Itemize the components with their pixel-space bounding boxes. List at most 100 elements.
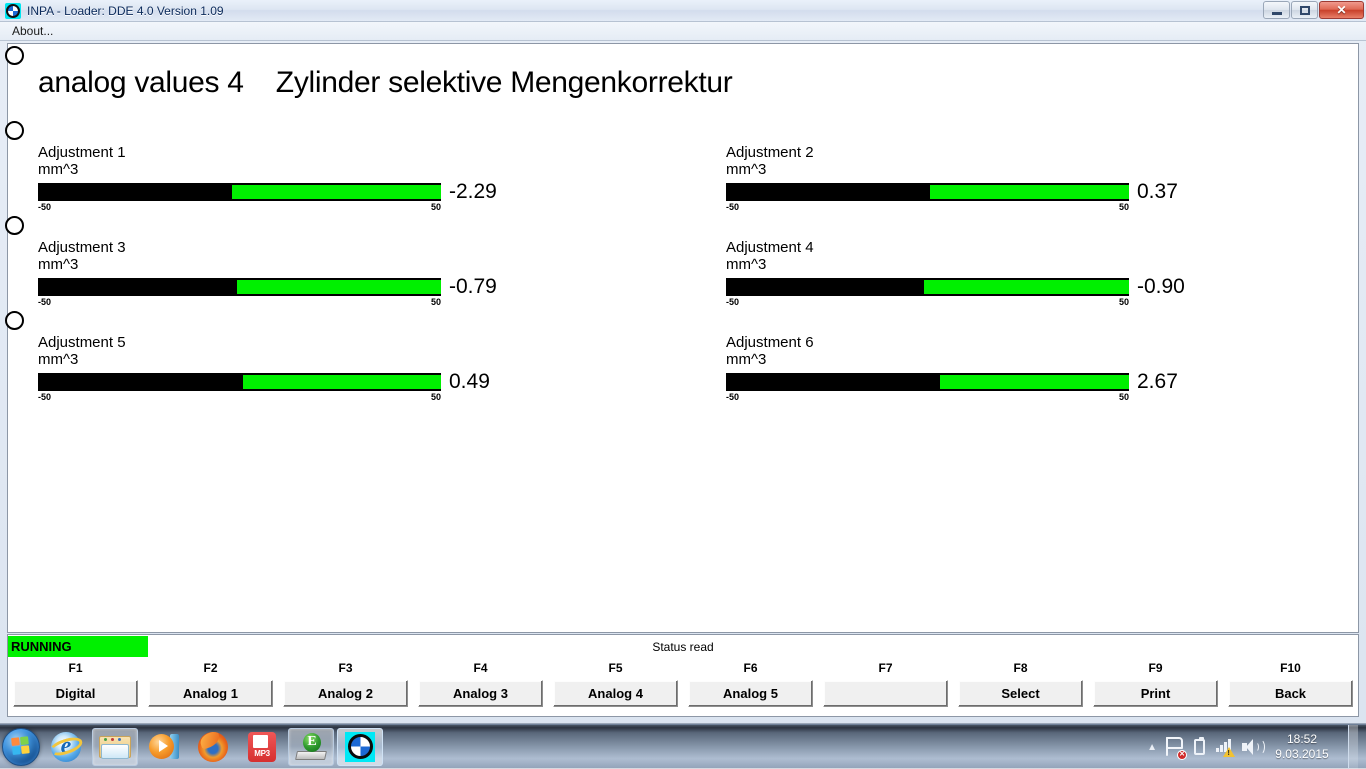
- fkey-button-select[interactable]: Select: [958, 680, 1083, 707]
- gauge-label: Adjustment 4: [726, 239, 814, 256]
- function-key-f5: F5 Analog 4: [548, 661, 683, 707]
- show-desktop-button[interactable]: [1348, 725, 1358, 769]
- gauge-value: -0.90: [1137, 275, 1185, 298]
- function-key-bar: F1 Digital F2 Analog 1 F3 Analog 2 F4 An…: [8, 661, 1358, 707]
- fkey-button-back[interactable]: Back: [1228, 680, 1353, 707]
- gauge-bar: 0.37 -50 50: [726, 180, 1178, 212]
- gauge-min-label: -50: [726, 297, 740, 307]
- action-center-flag-icon[interactable]: ✕: [1166, 736, 1187, 760]
- function-key-f2: F2 Analog 1: [143, 661, 278, 707]
- mp3-label: MP3: [254, 748, 270, 758]
- clock[interactable]: 18:52 9.03.2015: [1271, 732, 1333, 762]
- bmw-logo-icon: [345, 731, 375, 762]
- gauge-value: 0.37: [1137, 180, 1178, 203]
- maximize-icon: [1299, 5, 1310, 15]
- function-key-f3: F3 Analog 2: [278, 661, 413, 707]
- gauge-fill: [38, 278, 238, 296]
- folder-icon: [99, 734, 131, 760]
- gauge-max-label: 50: [430, 392, 441, 402]
- gauge-unit: mm^3: [726, 161, 767, 178]
- status-message: Status read: [652, 640, 714, 654]
- fkey-name: F9: [1148, 661, 1163, 675]
- gauge-unit: mm^3: [38, 256, 79, 273]
- gauge-value: -2.29: [449, 180, 497, 203]
- edge-marker-circle-1: [5, 46, 24, 65]
- gauge-max-label: 50: [430, 202, 441, 212]
- gauge-value: -0.79: [449, 275, 497, 298]
- taskbar-item-windows-explorer[interactable]: [92, 727, 138, 766]
- gauge-fill: [38, 373, 244, 391]
- taskbar-item-internet-explorer[interactable]: e: [43, 728, 89, 766]
- fkey-button-empty[interactable]: [823, 680, 948, 707]
- fkey-name: F7: [878, 661, 893, 675]
- menu-item-about[interactable]: About...: [6, 23, 59, 39]
- close-button[interactable]: ✕: [1319, 1, 1364, 19]
- gauge-bar: -0.79 -50 50: [38, 275, 497, 307]
- gauge-label: Adjustment 6: [726, 334, 814, 351]
- window-controls: ✕: [1263, 1, 1364, 19]
- system-tray: ▲ ✕ 18:52 9.03.2015: [1147, 725, 1366, 769]
- fkey-name: F10: [1280, 661, 1301, 675]
- gauge-fill: [726, 373, 940, 391]
- gauge-label: Adjustment 3: [38, 239, 126, 256]
- title-bar: INPA - Loader: DDE 4.0 Version 1.09 ✕: [0, 0, 1366, 22]
- taskbar-item-mp3[interactable]: MP3: [239, 728, 285, 766]
- gauge-unit: mm^3: [38, 161, 79, 178]
- fkey-button-digital[interactable]: Digital: [13, 680, 138, 707]
- fkey-name: F5: [608, 661, 623, 675]
- gauge-min-label: -50: [38, 297, 52, 307]
- gauge-value: 2.67: [1137, 370, 1178, 393]
- show-hidden-icons-icon[interactable]: ▲: [1147, 742, 1157, 753]
- fkey-button-analog-2[interactable]: Analog 2: [283, 680, 408, 707]
- gauge-max-label: 50: [430, 297, 441, 307]
- gauge-label: Adjustment 2: [726, 144, 814, 161]
- window-title: INPA - Loader: DDE 4.0 Version 1.09: [27, 3, 224, 18]
- windows-logo-icon: [10, 736, 32, 757]
- taskbar: e MP3 E ▲ ✕ ! 18:52 9.03.2015: [0, 724, 1366, 769]
- clock-date: 9.03.2015: [1275, 747, 1329, 761]
- fkey-name: F2: [203, 661, 218, 675]
- fkey-name: F8: [1013, 661, 1028, 675]
- ebook-icon: E: [295, 732, 327, 761]
- fkey-name: F3: [338, 661, 353, 675]
- gauge-max-label: 50: [1118, 202, 1129, 212]
- function-key-f10: F10 Back: [1223, 661, 1358, 707]
- clock-time: 18:52: [1286, 732, 1318, 746]
- network-warning-icon[interactable]: [1216, 739, 1235, 757]
- taskbar-item-ebook[interactable]: E: [288, 727, 334, 766]
- bmw-logo-icon: [5, 2, 21, 19]
- minimize-icon: [1271, 11, 1282, 15]
- mp3-file-icon: MP3: [248, 731, 276, 762]
- minimize-button[interactable]: [1263, 1, 1290, 19]
- fkey-button-analog-3[interactable]: Analog 3: [418, 680, 543, 707]
- gauge-min-label: -50: [38, 202, 52, 212]
- close-icon: ✕: [1336, 3, 1347, 17]
- gauge-adjustment-2: Adjustment 2 mm^3 0.37 -50 50: [726, 144, 1178, 212]
- function-key-f4: F4 Analog 3: [413, 661, 548, 707]
- fkey-button-print[interactable]: Print: [1093, 680, 1218, 707]
- gauge-unit: mm^3: [38, 351, 79, 368]
- volume-icon[interactable]: [1242, 739, 1265, 755]
- function-key-f9: F9 Print: [1088, 661, 1223, 707]
- maximize-button[interactable]: [1291, 1, 1318, 19]
- gauge-adjustment-6: Adjustment 6 mm^3 2.67 -50 50: [726, 334, 1178, 402]
- firefox-icon: [198, 731, 228, 762]
- fkey-button-analog-1[interactable]: Analog 1: [148, 680, 273, 707]
- page-title: analog values 4 Zylinder selektive Menge…: [38, 66, 733, 99]
- battery-icon[interactable]: [1194, 737, 1205, 755]
- taskbar-item-firefox[interactable]: [190, 728, 236, 766]
- gauge-fill: [38, 183, 233, 201]
- gauge-bar: 0.49 -50 50: [38, 370, 490, 402]
- taskbar-item-inpa[interactable]: [337, 727, 383, 766]
- function-key-f7: F7: [818, 661, 953, 707]
- taskbar-item-media-player[interactable]: [141, 728, 187, 766]
- gauge-label: Adjustment 5: [38, 334, 126, 351]
- gauge-min-label: -50: [38, 392, 52, 402]
- fkey-button-analog-5[interactable]: Analog 5: [688, 680, 813, 707]
- fkey-name: F6: [743, 661, 758, 675]
- edge-marker-circle-3: [5, 216, 24, 235]
- start-button[interactable]: [2, 727, 40, 766]
- fkey-button-analog-4[interactable]: Analog 4: [553, 680, 678, 707]
- gauge-adjustment-3: Adjustment 3 mm^3 -0.79 -50 50: [38, 239, 497, 307]
- menu-bar: About...: [0, 22, 1366, 41]
